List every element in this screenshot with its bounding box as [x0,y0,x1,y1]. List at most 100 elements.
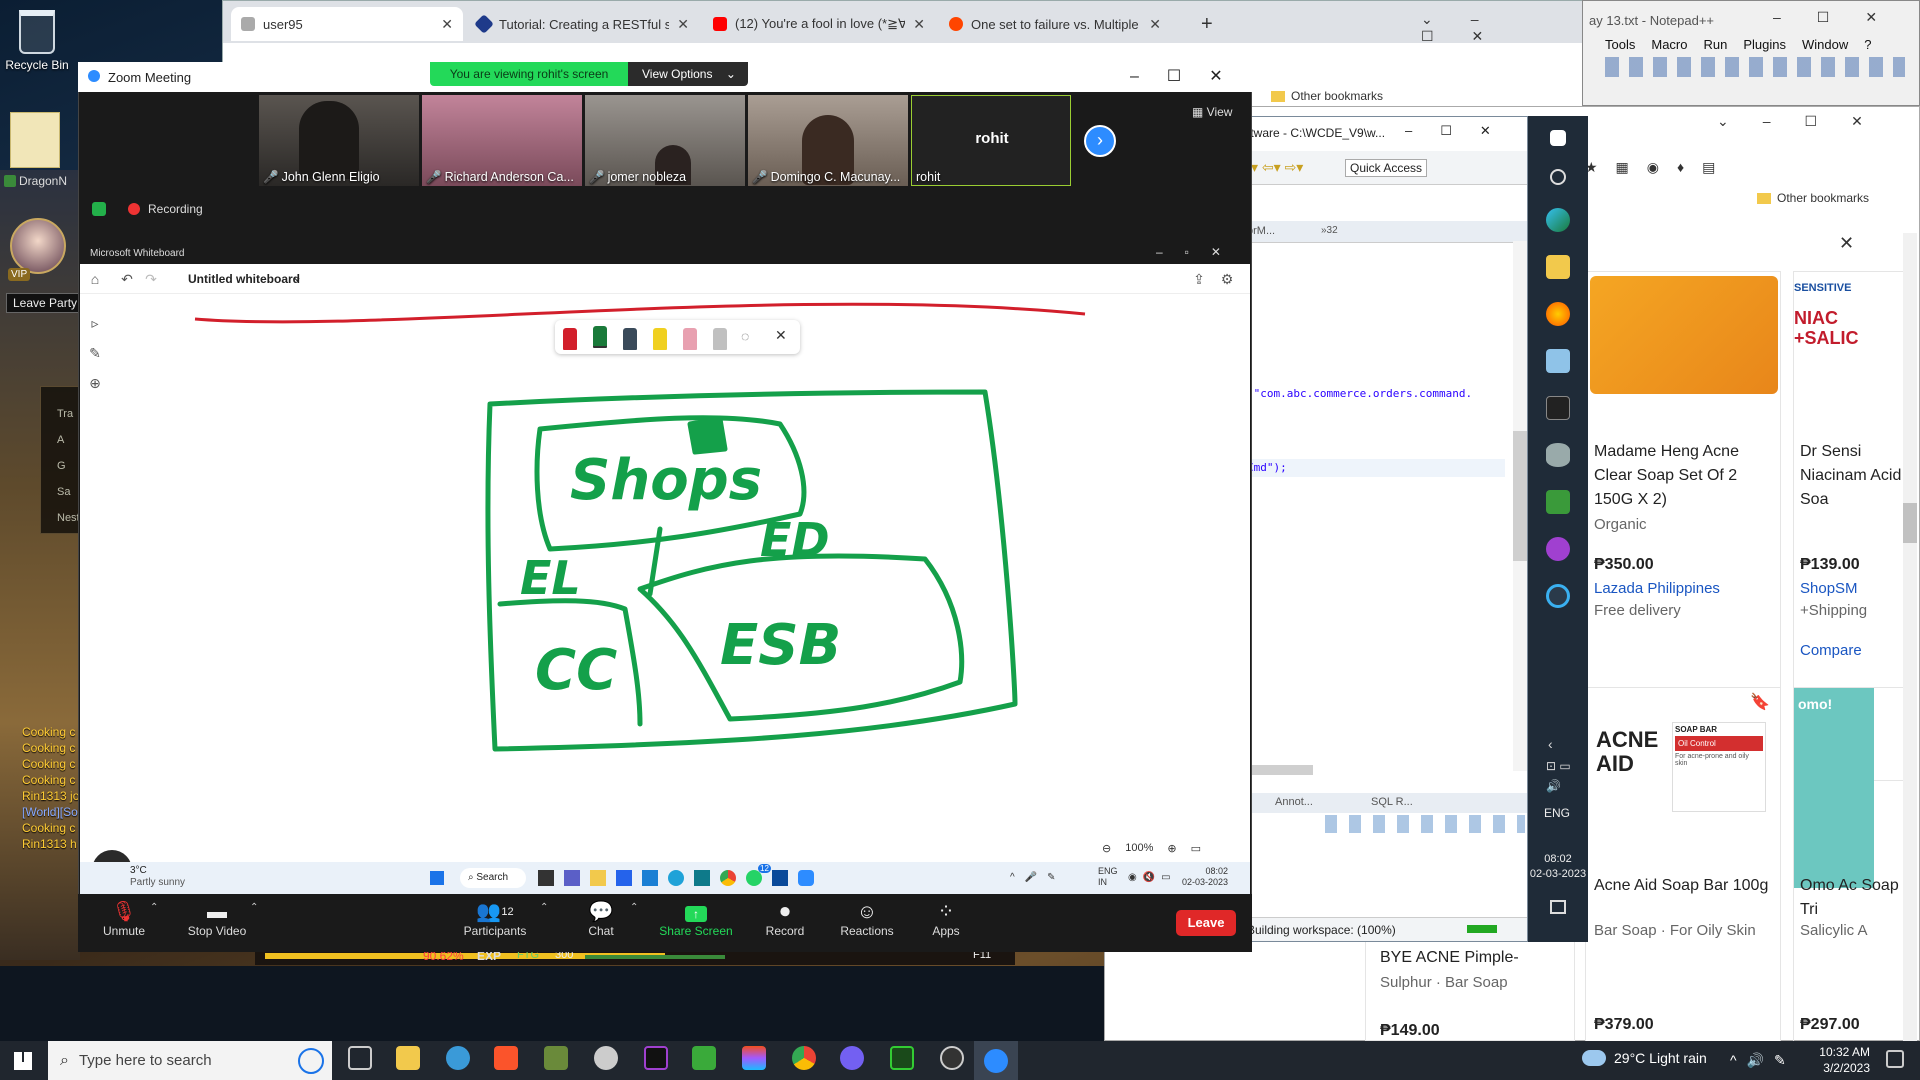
participants-button[interactable]: 👥12 Participants [458,900,532,938]
notepad-plus-icon[interactable] [692,1046,716,1070]
browser-tab[interactable]: (12) You're a fool in love (*≧∀≦* ✕ [703,7,935,41]
recording-indicator[interactable]: Recording [92,202,203,216]
eclipse-toolbar[interactable]: ▾ ⇦▾ ⇨▾ Quick Access [1245,151,1527,185]
edge-icon[interactable] [668,870,684,886]
windows-start-icon[interactable] [430,871,444,885]
close-icon[interactable]: ✕ [913,16,925,33]
menu-plugins[interactable]: Plugins [1743,37,1786,52]
inner-status-icons[interactable]: ◉🔇▭ [1128,872,1177,883]
annotations-tab[interactable]: Annot... [1275,796,1313,808]
file-explorer-icon[interactable] [590,870,606,886]
editor-scrollbar[interactable] [1513,241,1527,771]
bookmarks-folder[interactable]: Other bookmarks [1757,191,1869,205]
window-controls[interactable]: –☐✕ [1773,9,1913,26]
chrome-icon[interactable] [720,870,736,886]
desktop-file-icon[interactable] [10,112,60,168]
file-explorer-icon[interactable] [396,1046,420,1070]
app-icon[interactable] [694,870,710,886]
chevron-up-icon[interactable]: ⌃ [540,902,548,913]
game-panel-item[interactable]: A [57,427,79,453]
browser-tab[interactable]: user95 ✕ [231,7,463,41]
chat-button[interactable]: 💬 Chat [580,900,622,938]
menu-run[interactable]: Run [1703,37,1727,52]
browser-tab[interactable]: Tutorial: Creating a RESTful servic ✕ [467,7,699,41]
apps-button[interactable]: ⁘ Apps [928,900,964,938]
window-controls[interactable]: ⌄–☐✕ [1421,11,1597,45]
share-screen-button[interactable]: ↑ Share Screen [658,900,734,938]
reactions-button[interactable]: ☺ Reactions [838,900,896,938]
chevron-up-icon[interactable]: ⌃ [150,902,158,913]
taskbar-active-app[interactable] [974,1041,1018,1080]
close-icon[interactable]: ✕ [441,16,453,33]
file-explorer-icon[interactable] [1546,255,1570,279]
nav-arrow-icons[interactable]: ▾ ⇦▾ ⇨▾ [1251,159,1303,176]
menu-help[interactable]: ? [1864,37,1871,52]
inner-search[interactable]: ⌕ Search [460,868,526,888]
product-card[interactable]: omo! Omo Ac Soap Tri Salicylic A ₱297.00 [1793,687,1913,1047]
notification-center-icon[interactable] [1886,1050,1904,1068]
database-icon[interactable] [1546,443,1570,467]
extension-icons[interactable]: ★▦◉♦▤ [1585,159,1733,176]
code-line[interactable]: Cmd"); [1247,461,1287,474]
stop-video-button[interactable]: ▬ Stop Video [184,900,250,938]
brave-icon[interactable] [494,1046,518,1070]
figma-icon[interactable] [742,1046,766,1070]
game-panel-item[interactable]: Nest [57,505,80,531]
windows-start-icon[interactable] [1550,130,1566,146]
code-line[interactable]: ("com.abc.commerce.orders.command. [1247,387,1472,400]
sql-results-tab[interactable]: SQL R... [1371,796,1413,808]
product-title[interactable]: Madame Heng Acne Clear Soap Set Of 2 150… [1594,440,1774,512]
lang-indicator[interactable]: ENG [1544,806,1570,820]
app-icon[interactable] [642,870,658,886]
firefox-icon[interactable] [1546,302,1570,326]
app-icon[interactable] [940,1046,964,1070]
inner-lang[interactable]: ENG IN [1098,866,1118,888]
cortana-icon[interactable] [1546,584,1570,608]
browser-tab[interactable]: One set to failure vs. Multiple set ✕ [939,7,1171,41]
tray-icons[interactable]: ⊡ ▭ 🔊 [1546,756,1571,796]
task-view-icon[interactable] [348,1046,372,1070]
scrollbar[interactable] [1903,233,1917,1043]
product-title[interactable]: Dr Sensi Niacinam Acid Soa [1800,440,1910,512]
eclipse-window[interactable]: ftware - C:\WCDE_V9\w... –☐✕ ▾ ⇦▾ ⇨▾ Qui… [1244,116,1528,942]
chevron-up-icon[interactable]: ⌃ [250,902,258,913]
game-panel-item[interactable]: G [57,453,79,479]
participant-tile[interactable]: 🎤 Domingo C. Macunay... [748,95,908,186]
product-seller[interactable]: Lazada Philippines [1594,580,1720,597]
view-button[interactable]: ▦ View [1192,105,1232,119]
taskbar-weather[interactable]: 29°C Light rain [1582,1050,1707,1066]
product-card[interactable]: BYE ACNE Pimple- Sulphur · Bar Soap ₱149… [1365,931,1575,1041]
bookmark-icon[interactable]: 🔖 [1750,692,1770,712]
participant-tile[interactable]: 🎤 jomer nobleza [585,95,745,186]
record-button[interactable]: ⏺ Record [762,900,808,938]
clock[interactable]: 08:02 02-03-2023 [1528,852,1588,882]
close-icon[interactable]: ✕ [1839,233,1854,254]
chevron-up-icon[interactable]: ‹ [1548,736,1553,752]
edge-icon[interactable] [1546,208,1570,232]
chevron-up-icon[interactable]: ⌃ [630,902,638,913]
zoom-out-icon[interactable]: ⊖ [1102,842,1111,855]
notification-icon[interactable] [1550,900,1566,914]
app-icon[interactable] [1546,349,1570,373]
product-title[interactable]: Omo Ac Soap Tri [1800,874,1910,922]
quick-access-input[interactable]: Quick Access [1345,159,1428,177]
windows-start-icon[interactable] [14,1052,32,1070]
app-icon[interactable] [544,1046,568,1070]
window-controls[interactable]: ⌄–☐✕ [1717,113,1897,130]
product-title[interactable]: Acne Aid Soap Bar 100g [1594,874,1774,898]
tab-overflow[interactable]: »32 [1321,225,1338,236]
game-panel-item[interactable]: Sa [57,479,79,505]
participant-tile[interactable]: 🎤 Richard Anderson Ca... [422,95,582,186]
game-panel-item[interactable]: Tra [57,401,79,427]
notepad-window[interactable]: ay 13.txt - Notepad++ –☐✕ Tools Macro Ru… [1582,0,1920,106]
app-icon[interactable] [616,870,632,886]
intellij-icon[interactable] [644,1046,668,1070]
taskbar-search[interactable]: ⌕ Type here to search [48,1041,332,1080]
product-card[interactable]: ACNE AID SOAP BAR Oil Control For acne-p… [1585,687,1781,1047]
compare-link[interactable]: Compare [1800,642,1862,659]
participant-tile[interactable]: 🎤 John Glenn Eligio [259,95,419,186]
app-icon[interactable] [594,1046,618,1070]
tray-icons[interactable]: ^🔊✎ [1730,1052,1796,1069]
app-icon[interactable] [1546,537,1570,561]
inner-clock[interactable]: 08:02 02-03-2023 [1182,866,1228,888]
